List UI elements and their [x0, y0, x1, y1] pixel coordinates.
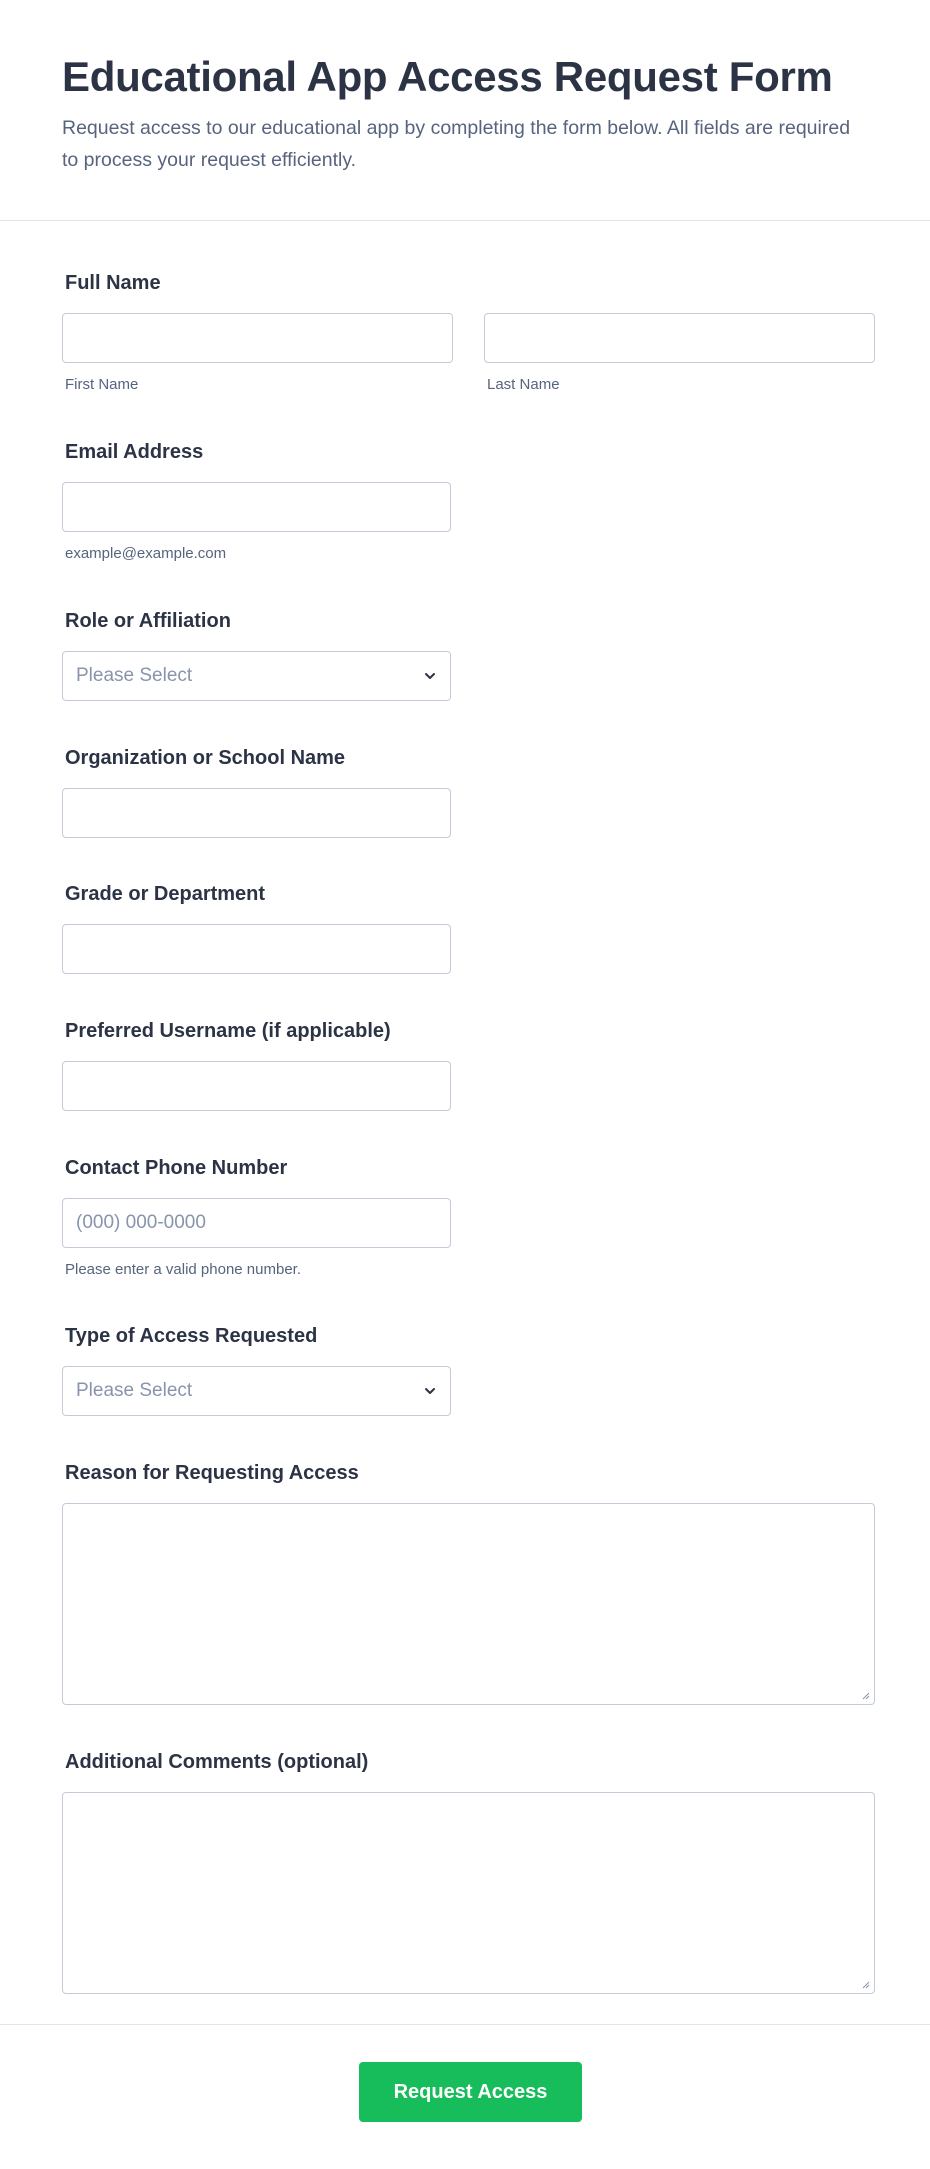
organization-label: Organization or School Name — [65, 747, 346, 769]
username-input[interactable] — [62, 1061, 451, 1111]
role-select[interactable]: Please Select — [62, 651, 451, 701]
organization-input[interactable] — [62, 788, 451, 838]
form-title: Educational App Access Request Form — [62, 53, 833, 100]
access-type-label: Type of Access Requested — [65, 1325, 318, 1347]
role-label: Role or Affiliation — [65, 610, 231, 632]
last-name-sublabel: Last Name — [487, 376, 560, 393]
first-name-sublabel: First Name — [65, 376, 139, 393]
resize-grip-icon[interactable] — [860, 1979, 870, 1989]
last-name-input[interactable] — [484, 313, 875, 363]
comments-label: Additional Comments (optional) — [65, 1751, 369, 1773]
reason-field: Reason for Requesting Access — [62, 1461, 875, 1705]
email-input[interactable] — [62, 482, 451, 532]
email-sublabel: example@example.com — [65, 545, 227, 562]
grade-input[interactable] — [62, 924, 451, 974]
chevron-down-icon — [425, 1388, 435, 1394]
first-name-input[interactable] — [62, 313, 453, 363]
phone-input[interactable]: (000) 000-0000 — [62, 1198, 451, 1248]
access-type-select[interactable]: Please Select — [62, 1366, 451, 1416]
full-name-field: Full Name First Name Last Name — [62, 271, 875, 394]
full-name-label: Full Name — [65, 272, 161, 294]
username-field: Preferred Username (if applicable) — [62, 1019, 451, 1111]
reason-label: Reason for Requesting Access — [65, 1462, 359, 1484]
resize-grip-icon[interactable] — [860, 1690, 870, 1700]
chevron-down-icon — [425, 673, 435, 679]
form-footer: Request Access — [0, 2024, 930, 2169]
comments-textarea[interactable] — [62, 1792, 875, 1994]
organization-field: Organization or School Name — [62, 746, 451, 838]
role-selected-value: Please Select — [76, 665, 193, 686]
grade-label: Grade or Department — [65, 883, 266, 905]
comments-field: Additional Comments (optional) — [62, 1750, 875, 1994]
grade-field: Grade or Department — [62, 882, 451, 974]
phone-field: Contact Phone Number (000) 000-0000 Plea… — [62, 1156, 451, 1279]
form-description: Request access to our educational app by… — [62, 117, 851, 171]
reason-textarea[interactable] — [62, 1503, 875, 1705]
email-field: Email Address example@example.com — [62, 440, 451, 563]
role-field: Role or Affiliation Please Select — [62, 609, 451, 701]
form-page: Educational App Access Request Form Requ… — [0, 0, 930, 2169]
access-type-field: Type of Access Requested Please Select — [62, 1324, 451, 1416]
form-header: Educational App Access Request Form Requ… — [0, 0, 930, 221]
phone-sublabel: Please enter a valid phone number. — [65, 1261, 301, 1278]
phone-label: Contact Phone Number — [65, 1157, 288, 1179]
username-label: Preferred Username (if applicable) — [65, 1020, 391, 1042]
request-access-button[interactable]: Request Access — [359, 2062, 582, 2122]
email-label: Email Address — [65, 441, 204, 463]
access-type-selected-value: Please Select — [76, 1380, 193, 1401]
